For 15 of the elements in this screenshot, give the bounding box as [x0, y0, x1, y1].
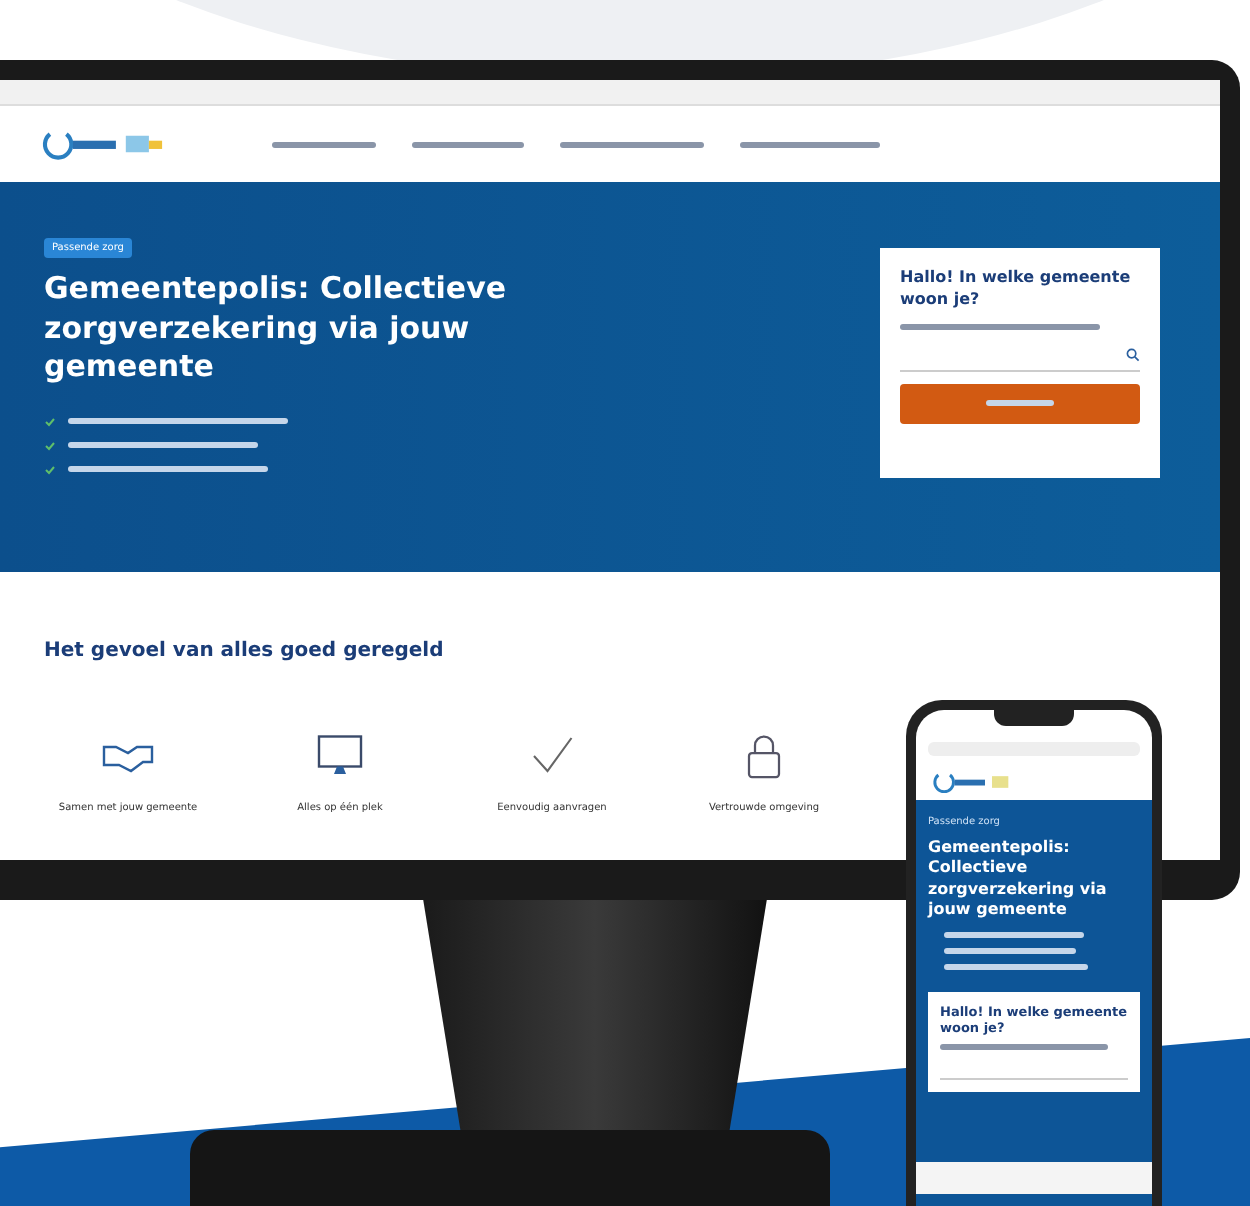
illegible-text-line [944, 963, 1088, 970]
search-card-title: Hallo! In welke gemeente woon je? [900, 268, 1133, 312]
phone-notch [994, 710, 1074, 726]
hero-title: Gemeentepolis: Collectieve zorgverzekering via jouw gemeente [928, 838, 1109, 922]
search-icon [1126, 348, 1140, 363]
section-title: Het gevoel van alles goed geregeld [44, 640, 446, 662]
illegible-nav-link[interactable] [740, 141, 880, 147]
hero-title: Gemeentepolis: Collectieve zorgverzekering via jouw gemeente [44, 270, 509, 387]
submit-button[interactable] [900, 383, 1140, 424]
illegible-text-line [944, 931, 1084, 938]
illegible-text-line [944, 947, 1076, 954]
illegible-button-label [986, 400, 1054, 407]
illegible-nav-link[interactable] [272, 141, 376, 147]
illegible-nav-link[interactable] [560, 141, 704, 147]
illegible-nav-link[interactable] [412, 141, 524, 147]
